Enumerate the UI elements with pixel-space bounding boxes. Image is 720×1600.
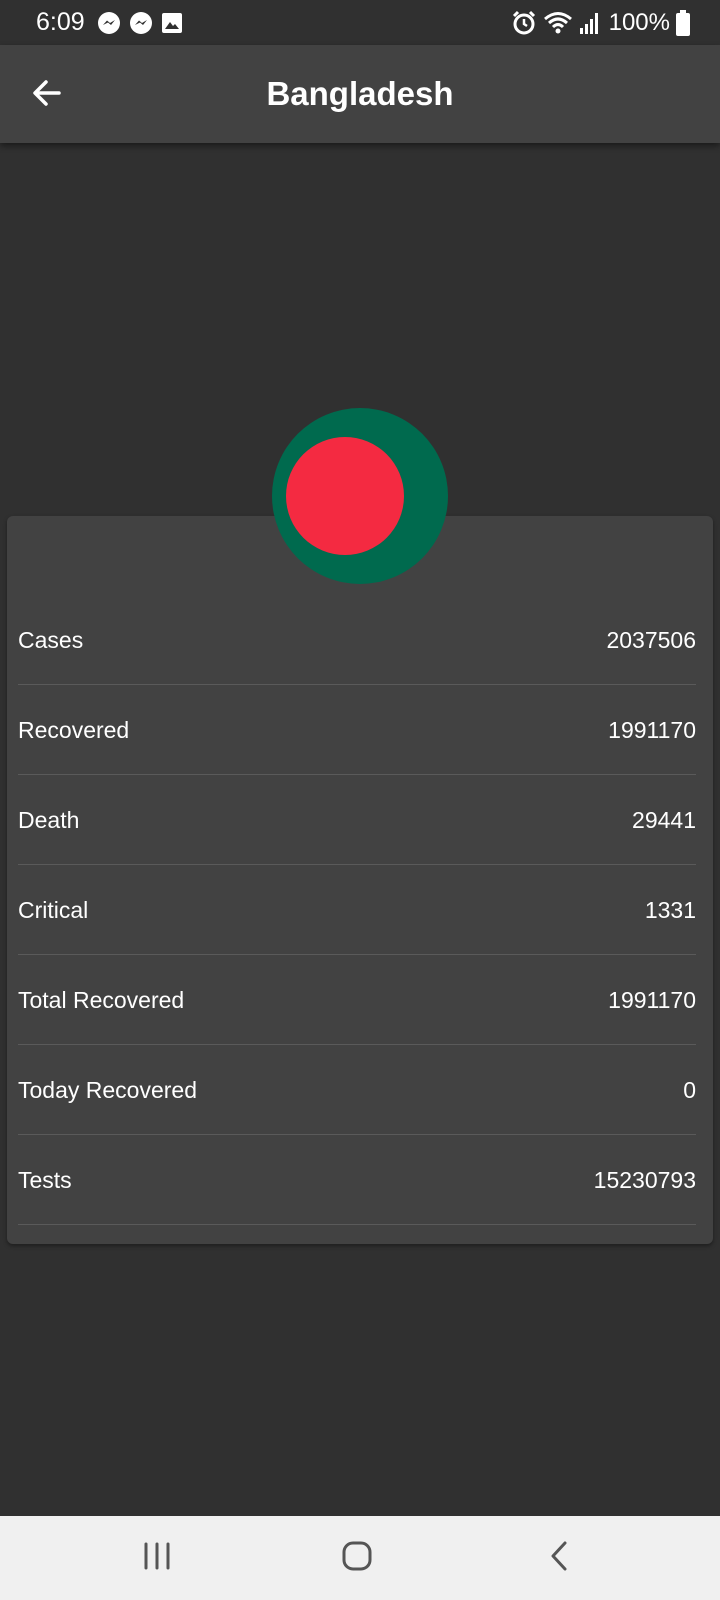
signal-icon <box>579 11 601 35</box>
stat-value: 29441 <box>632 807 696 833</box>
status-bar: 6:09 100% <box>0 0 720 45</box>
stat-row-cases: Cases 2037506 <box>18 595 696 685</box>
stat-row-total-recovered: Total Recovered 1991170 <box>18 955 696 1045</box>
stat-value: 1991170 <box>608 717 696 743</box>
stat-row-death: Death 29441 <box>18 775 696 865</box>
notification-icons <box>97 11 183 35</box>
page-title: Bangladesh <box>266 75 454 112</box>
stat-label: Recovered <box>18 717 130 743</box>
stat-value: 1331 <box>644 897 696 923</box>
country-flag <box>272 408 448 584</box>
messenger-icon <box>129 11 153 35</box>
system-status-icons: 100% <box>511 8 690 38</box>
stat-value: 15230793 <box>593 1167 696 1193</box>
battery-icon <box>676 10 690 36</box>
app-bar: Bangladesh <box>0 45 720 143</box>
nav-back-button[interactable] <box>524 1530 594 1586</box>
messenger-icon <box>97 11 121 35</box>
home-icon <box>341 1540 373 1577</box>
stat-label: Cases <box>18 627 84 653</box>
flag-red-disc <box>286 437 404 555</box>
battery-percentage: 100% <box>608 9 670 36</box>
stat-label: Total Recovered <box>18 987 185 1013</box>
system-nav-bar <box>0 1516 720 1600</box>
stat-label: Critical <box>18 897 89 923</box>
stat-row-critical: Critical 1331 <box>18 865 696 955</box>
stat-value: 0 <box>683 1077 696 1103</box>
back-icon <box>548 1540 570 1577</box>
stat-row-recovered: Recovered 1991170 <box>18 685 696 775</box>
wifi-icon <box>543 10 573 36</box>
alarm-icon <box>511 10 537 36</box>
stat-label: Tests <box>18 1167 72 1193</box>
stat-row-today-recovered: Today Recovered 0 <box>18 1045 696 1135</box>
stat-row-tests: Tests 15230793 <box>18 1135 696 1225</box>
stat-value: 1991170 <box>608 987 696 1013</box>
status-time: 6:09 <box>36 8 85 36</box>
recent-apps-button[interactable] <box>122 1530 192 1586</box>
stat-value: 2037506 <box>606 627 696 653</box>
home-button[interactable] <box>322 1530 392 1586</box>
stats-list: Cases 2037506 Recovered 1991170 Death 29… <box>18 595 696 1225</box>
stat-label: Today Recovered <box>18 1077 197 1103</box>
gallery-icon <box>161 12 183 34</box>
recent-apps-icon <box>142 1542 172 1575</box>
stat-label: Death <box>18 807 80 833</box>
